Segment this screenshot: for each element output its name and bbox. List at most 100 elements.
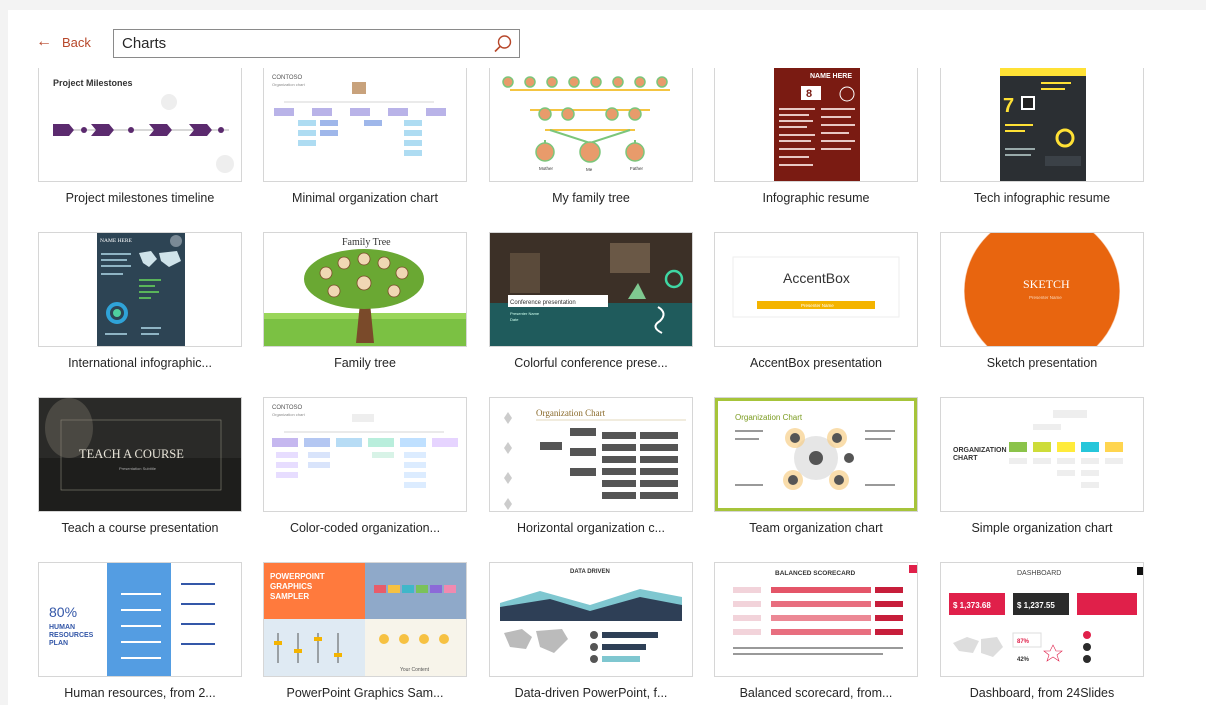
back-label: Back: [62, 34, 91, 50]
svg-text:GRAPHICS: GRAPHICS: [270, 582, 313, 591]
svg-text:Date: Date: [510, 317, 519, 322]
svg-text:RESOURCES: RESOURCES: [49, 632, 94, 639]
search-icon[interactable]: [493, 34, 513, 59]
template-tile[interactable]: AccentBox Presenter Name AccentBox prese…: [714, 232, 918, 370]
template-title: Teach a course presentation: [61, 521, 219, 535]
svg-text:ORGANIZATION: ORGANIZATION: [953, 447, 1007, 454]
svg-text:Presenter Name: Presenter Name: [801, 303, 834, 308]
template-tile[interactable]: Mother Me Father My family tree: [489, 68, 693, 205]
template-title: Team organization chart: [749, 521, 883, 535]
template-tile[interactable]: BALANCED SCORECARD Balanced scorecard, f…: [714, 562, 918, 700]
template-tile[interactable]: DASHBOARD $ 1,373.68 $ 1,237.55 87% 42% …: [940, 562, 1144, 700]
svg-text:7: 7: [1003, 95, 1014, 117]
template-tile[interactable]: Family Tree Family tree: [263, 232, 467, 370]
template-tile[interactable]: TEACH A COURSE Presentation Subtitle Tea…: [38, 397, 242, 535]
template-title: Color-coded organization...: [289, 521, 441, 535]
svg-text:8: 8: [806, 88, 812, 100]
svg-text:Organization Chart: Organization Chart: [735, 413, 803, 422]
template-title: PowerPoint Graphics Sam...: [286, 686, 444, 700]
template-thumbnail: Organization Chart: [489, 397, 693, 512]
template-title: Infographic resume: [762, 191, 870, 205]
svg-text:42%: 42%: [1017, 657, 1030, 663]
template-thumbnail: NAME HERE 8: [714, 68, 918, 182]
template-tile[interactable]: 80% HUMAN RESOURCES PLAN Human resources…: [38, 562, 242, 700]
template-thumbnail: Organization Chart: [714, 397, 918, 512]
svg-text:Organization Chart: Organization Chart: [536, 408, 606, 418]
svg-text:Mother: Mother: [539, 166, 554, 171]
template-title: AccentBox presentation: [749, 356, 883, 370]
svg-text:CONTOSO: CONTOSO: [272, 405, 303, 411]
template-tile[interactable]: Conference presentation Presenter Name D…: [489, 232, 693, 370]
template-tile[interactable]: Organization Chart Team organization cha…: [714, 397, 918, 535]
svg-text:Presenter Name: Presenter Name: [1029, 295, 1062, 300]
svg-text:Father: Father: [630, 166, 644, 171]
svg-text:87%: 87%: [1017, 639, 1030, 645]
template-tile[interactable]: Project Milestones Project milestones ti…: [38, 68, 242, 205]
svg-text:Project Milestones: Project Milestones: [53, 78, 133, 88]
template-title: Horizontal organization c...: [517, 521, 665, 535]
template-thumbnail: 7: [940, 68, 1144, 182]
template-tile[interactable]: ORGANIZATION CHART Simple organization c…: [940, 397, 1144, 535]
template-tile[interactable]: 7 Tech infographic resume: [940, 68, 1144, 205]
template-title: Colorful conference prese...: [514, 356, 668, 370]
template-browser: ← Back Project Milestones Project milest…: [8, 10, 1206, 705]
search-input[interactable]: [114, 30, 482, 57]
back-button[interactable]: ← Back: [36, 34, 91, 50]
template-title: Human resources, from 2...: [64, 686, 216, 700]
template-thumbnail: ORGANIZATION CHART: [940, 397, 1144, 512]
template-thumbnail: Conference presentation Presenter Name D…: [489, 232, 693, 347]
template-thumbnail: SKETCH Presenter Name: [940, 232, 1144, 347]
template-thumbnail: DATA DRIVEN: [489, 562, 693, 677]
template-thumbnail: DASHBOARD $ 1,373.68 $ 1,237.55 87% 42%: [940, 562, 1144, 677]
svg-text:CHART: CHART: [953, 455, 978, 462]
svg-text:BALANCED SCORECARD: BALANCED SCORECARD: [775, 570, 855, 577]
template-title: My family tree: [552, 191, 630, 205]
svg-text:$ 1,237.55: $ 1,237.55: [1017, 601, 1055, 610]
svg-text:Family Tree: Family Tree: [342, 237, 391, 248]
template-title: Simple organization chart: [971, 521, 1113, 535]
svg-text:PLAN: PLAN: [49, 640, 68, 647]
template-thumbnail: 80% HUMAN RESOURCES PLAN: [38, 562, 242, 677]
template-tile[interactable]: DATA DRIVEN Data-driven PowerPoint, f...: [489, 562, 693, 700]
svg-text:SKETCH: SKETCH: [1023, 277, 1070, 291]
svg-text:NAME HERE: NAME HERE: [100, 238, 133, 244]
template-tile[interactable]: NAME HERE 8 Infographic resume: [714, 68, 918, 205]
template-thumbnail: CONTOSO Organization chart: [263, 397, 467, 512]
template-tile[interactable]: CONTOSO Organization chart Minimal organ…: [263, 68, 467, 205]
template-thumbnail: AccentBox Presenter Name: [714, 232, 918, 347]
template-tile[interactable]: NAME HERE International infographic...: [38, 232, 242, 370]
back-arrow-icon: ←: [36, 33, 52, 50]
svg-text:SAMPLER: SAMPLER: [270, 592, 309, 601]
template-thumbnail: Mother Me Father: [489, 68, 693, 182]
svg-text:Me: Me: [586, 167, 593, 172]
template-tile[interactable]: POWERPOINT GRAPHICS SAMPLER Your Content…: [263, 562, 467, 700]
template-thumbnail: Family Tree: [263, 232, 467, 347]
template-tile[interactable]: CONTOSO Organization chart Color-coded o…: [263, 397, 467, 535]
template-tile[interactable]: SKETCH Presenter Name Sketch presentatio…: [940, 232, 1144, 370]
svg-text:Presentation Subtitle: Presentation Subtitle: [119, 466, 157, 471]
template-title: Family tree: [334, 356, 396, 370]
search-box[interactable]: [113, 29, 520, 58]
template-thumbnail: Project Milestones: [38, 68, 242, 182]
template-title: Dashboard, from 24Slides: [969, 686, 1115, 700]
svg-text:DATA DRIVEN: DATA DRIVEN: [570, 569, 610, 575]
template-title: International infographic...: [68, 356, 212, 370]
svg-text:Your Content: Your Content: [400, 667, 430, 673]
template-thumbnail: CONTOSO Organization chart: [263, 68, 467, 182]
svg-text:Organization chart: Organization chart: [272, 82, 306, 87]
template-tile[interactable]: Organization Chart Horizontal organizati…: [489, 397, 693, 535]
svg-text:CONTOSO: CONTOSO: [272, 75, 303, 81]
svg-text:TEACH A COURSE: TEACH A COURSE: [79, 447, 184, 461]
svg-text:Presenter Name: Presenter Name: [510, 311, 540, 316]
template-title: Balanced scorecard, from...: [739, 686, 893, 700]
svg-text:HUMAN: HUMAN: [49, 624, 75, 631]
svg-text:$ 1,373.68: $ 1,373.68: [953, 601, 991, 610]
template-title: Sketch presentation: [986, 356, 1098, 370]
template-thumbnail: TEACH A COURSE Presentation Subtitle: [38, 397, 242, 512]
template-title: Project milestones timeline: [65, 191, 215, 205]
svg-text:AccentBox: AccentBox: [783, 270, 850, 286]
svg-text:Conference presentation: Conference presentation: [510, 300, 576, 306]
template-thumbnail: BALANCED SCORECARD: [714, 562, 918, 677]
template-thumbnail: NAME HERE: [38, 232, 242, 347]
template-title: Tech infographic resume: [973, 191, 1111, 205]
